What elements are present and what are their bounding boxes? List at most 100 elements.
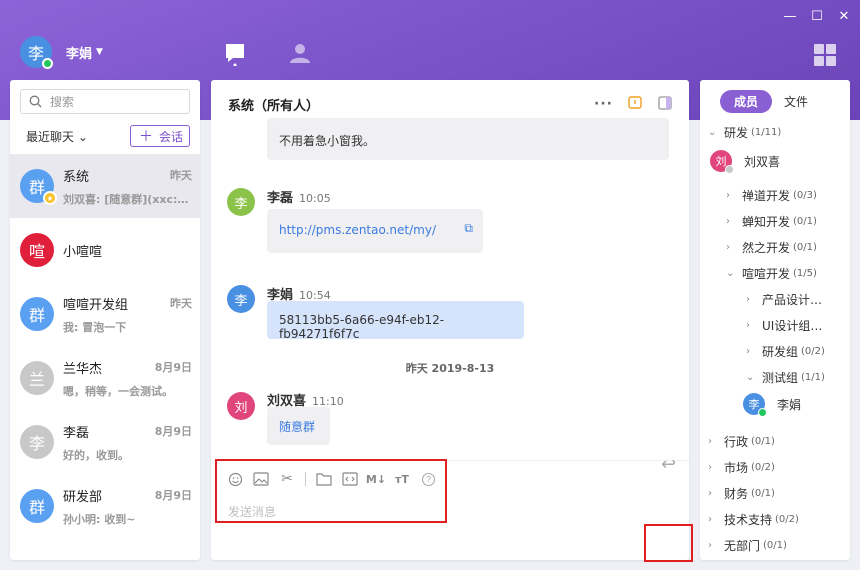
user-menu[interactable]: 李 李娟 ▼	[20, 36, 103, 69]
message-bubble: http://pms.zentao.net/my/ ⧉	[267, 209, 483, 253]
conversation-preview: 嗯，稍等，一会测试。	[63, 384, 173, 398]
conversation-time: 8月9日	[154, 489, 192, 502]
conversation-name: 李磊	[63, 425, 90, 441]
member-item[interactable]: 李李娟	[743, 393, 802, 417]
conversation-time: 昨天	[170, 169, 192, 182]
apps-grid-icon[interactable]	[814, 44, 836, 66]
plus-icon: ＋	[138, 129, 153, 145]
search-icon	[29, 95, 42, 108]
chevron-right-icon: ›	[726, 216, 730, 227]
chevron-down-icon: ⌄	[708, 127, 717, 138]
chevron-down-icon: ⌄	[746, 372, 755, 383]
conversation-item[interactable]: 喧 小喧喧	[10, 218, 200, 282]
department-item[interactable]: › 产品设计…	[746, 291, 825, 308]
department-item[interactable]: › 财务 (0/1)	[708, 485, 775, 502]
status-icon	[758, 408, 767, 417]
conversation-preview: 孙小明: 收到~	[63, 512, 136, 526]
minimize-button[interactable]: —	[780, 8, 800, 24]
department-label: 产品设计…	[762, 293, 823, 307]
group-link[interactable]: 随意群	[279, 420, 315, 434]
department-item[interactable]: › 研发组 (0/2)	[746, 343, 825, 360]
conversation-item[interactable]: 群 ★ 系统 昨天 刘双喜: [随意群](xxc://...	[10, 154, 200, 218]
department-item[interactable]: › 无部门 (0/1)	[708, 537, 787, 554]
new-conversation-button[interactable]: ＋会话	[129, 125, 190, 147]
department-item[interactable]: › 蝉知开发 (0/1)	[726, 213, 817, 230]
department-item[interactable]: ⌄ 研发 (1/11)	[708, 124, 781, 141]
department-count: (0/1)	[763, 540, 787, 551]
conversation-name: 系统	[63, 169, 90, 185]
avatar: 兰	[20, 361, 54, 395]
member-item[interactable]: 刘刘双喜	[710, 150, 781, 174]
department-label: 研发	[724, 126, 749, 140]
department-count: (1/11)	[751, 127, 782, 138]
avatar[interactable]: 李	[227, 285, 255, 313]
more-icon[interactable]: ···	[594, 96, 613, 112]
search-input[interactable]: 搜索	[20, 89, 190, 114]
avatar[interactable]: 李	[227, 188, 255, 216]
message-link[interactable]: http://pms.zentao.net/my/	[279, 223, 436, 237]
conversation-preview: 我: 冒泡一下	[63, 320, 127, 334]
avatar: 李	[20, 425, 54, 459]
star-icon: ★	[43, 191, 57, 205]
conversation-item[interactable]: 兰 兰华杰 8月9日 嗯，稍等，一会测试。	[10, 346, 200, 410]
message-bubble: 随意群	[267, 407, 330, 445]
avatar[interactable]: 刘	[227, 392, 255, 420]
chat-nav-icon[interactable]	[224, 42, 246, 69]
avatar: 刘	[710, 150, 734, 174]
avatar: 群	[20, 297, 54, 331]
department-label: 技术支持	[724, 513, 773, 527]
close-button[interactable]: ✕	[834, 8, 854, 24]
chevron-right-icon: ›	[746, 346, 750, 357]
maximize-button[interactable]: ☐	[807, 8, 827, 24]
avatar: 喧	[20, 233, 54, 267]
conversation-name: 研发部	[63, 489, 103, 505]
chevron-right-icon: ›	[726, 190, 730, 201]
chevron-right-icon: ›	[708, 462, 712, 473]
department-item[interactable]: › 行政 (0/1)	[708, 433, 775, 450]
conversation-preview: 刘双喜: [随意群](xxc://...	[63, 192, 192, 206]
recent-chats-dropdown[interactable]: 最近聊天 ⌄	[26, 128, 88, 145]
department-count: (0/3)	[793, 190, 817, 201]
conversation-panel: 搜索 最近聊天 ⌄ ＋会话 群 ★ 系统 昨天 刘双喜: [随意群](xxc:/…	[10, 80, 200, 560]
department-label: 喧喧开发	[742, 267, 791, 281]
member-name: 李娟	[777, 397, 802, 412]
department-count: (0/2)	[775, 514, 799, 525]
open-link-icon[interactable]: ⧉	[464, 221, 473, 236]
conversation-time: 昨天	[170, 297, 192, 310]
department-item[interactable]: ⌄ 测试组 (1/1)	[746, 369, 825, 386]
contacts-nav-icon[interactable]	[289, 42, 311, 67]
department-item[interactable]: › 然之开发 (0/1)	[726, 239, 817, 256]
message-bubble: 58113bb5-6a66-e94f-eb12-fb94271f6f7c	[267, 301, 524, 341]
department-label: 财务	[724, 487, 749, 501]
conversation-item[interactable]: 群 研发部 8月9日 孙小明: 收到~	[10, 474, 200, 538]
conversation-name: 兰华杰	[63, 361, 103, 377]
avatar: 群 ★	[20, 169, 57, 205]
tab-files[interactable]: 文件	[784, 93, 808, 110]
status-icon	[725, 165, 734, 174]
tab-members[interactable]: 成员	[720, 90, 773, 113]
department-item[interactable]: › UI设计组…	[746, 317, 825, 334]
department-item[interactable]: › 技术支持 (0/2)	[708, 511, 799, 528]
message-bubble: 不用着急小窗我。	[267, 118, 669, 160]
department-label: 行政	[724, 435, 749, 449]
department-label: UI设计组…	[762, 319, 823, 333]
department-item[interactable]: ⌄ 喧喧开发 (1/5)	[726, 265, 817, 282]
department-label: 市场	[724, 461, 749, 475]
chevron-right-icon: ›	[708, 540, 712, 551]
search-placeholder: 搜索	[50, 95, 75, 109]
conversation-time: 8月9日	[154, 425, 192, 438]
department-count: (0/1)	[751, 488, 775, 499]
conversation-item[interactable]: 李 李磊 8月9日 好的，收到。	[10, 410, 200, 474]
department-label: 测试组	[762, 371, 799, 385]
sidebar-toggle-icon[interactable]	[657, 95, 673, 114]
date-separator: 昨天 2019-8-13	[405, 362, 495, 375]
avatar: 李	[20, 36, 53, 69]
caret-down-icon: ▼	[96, 47, 103, 57]
conversation-item[interactable]: 群 喧喧开发组 昨天 我: 冒泡一下	[10, 282, 200, 346]
department-label: 蝉知开发	[742, 215, 791, 229]
department-item[interactable]: › 禅道开发 (0/3)	[726, 187, 817, 204]
message-sender: 李磊 10:05	[267, 191, 331, 206]
notice-icon[interactable]	[627, 95, 643, 114]
department-item[interactable]: › 市场 (0/2)	[708, 459, 775, 476]
member-name: 刘双喜	[744, 154, 781, 169]
